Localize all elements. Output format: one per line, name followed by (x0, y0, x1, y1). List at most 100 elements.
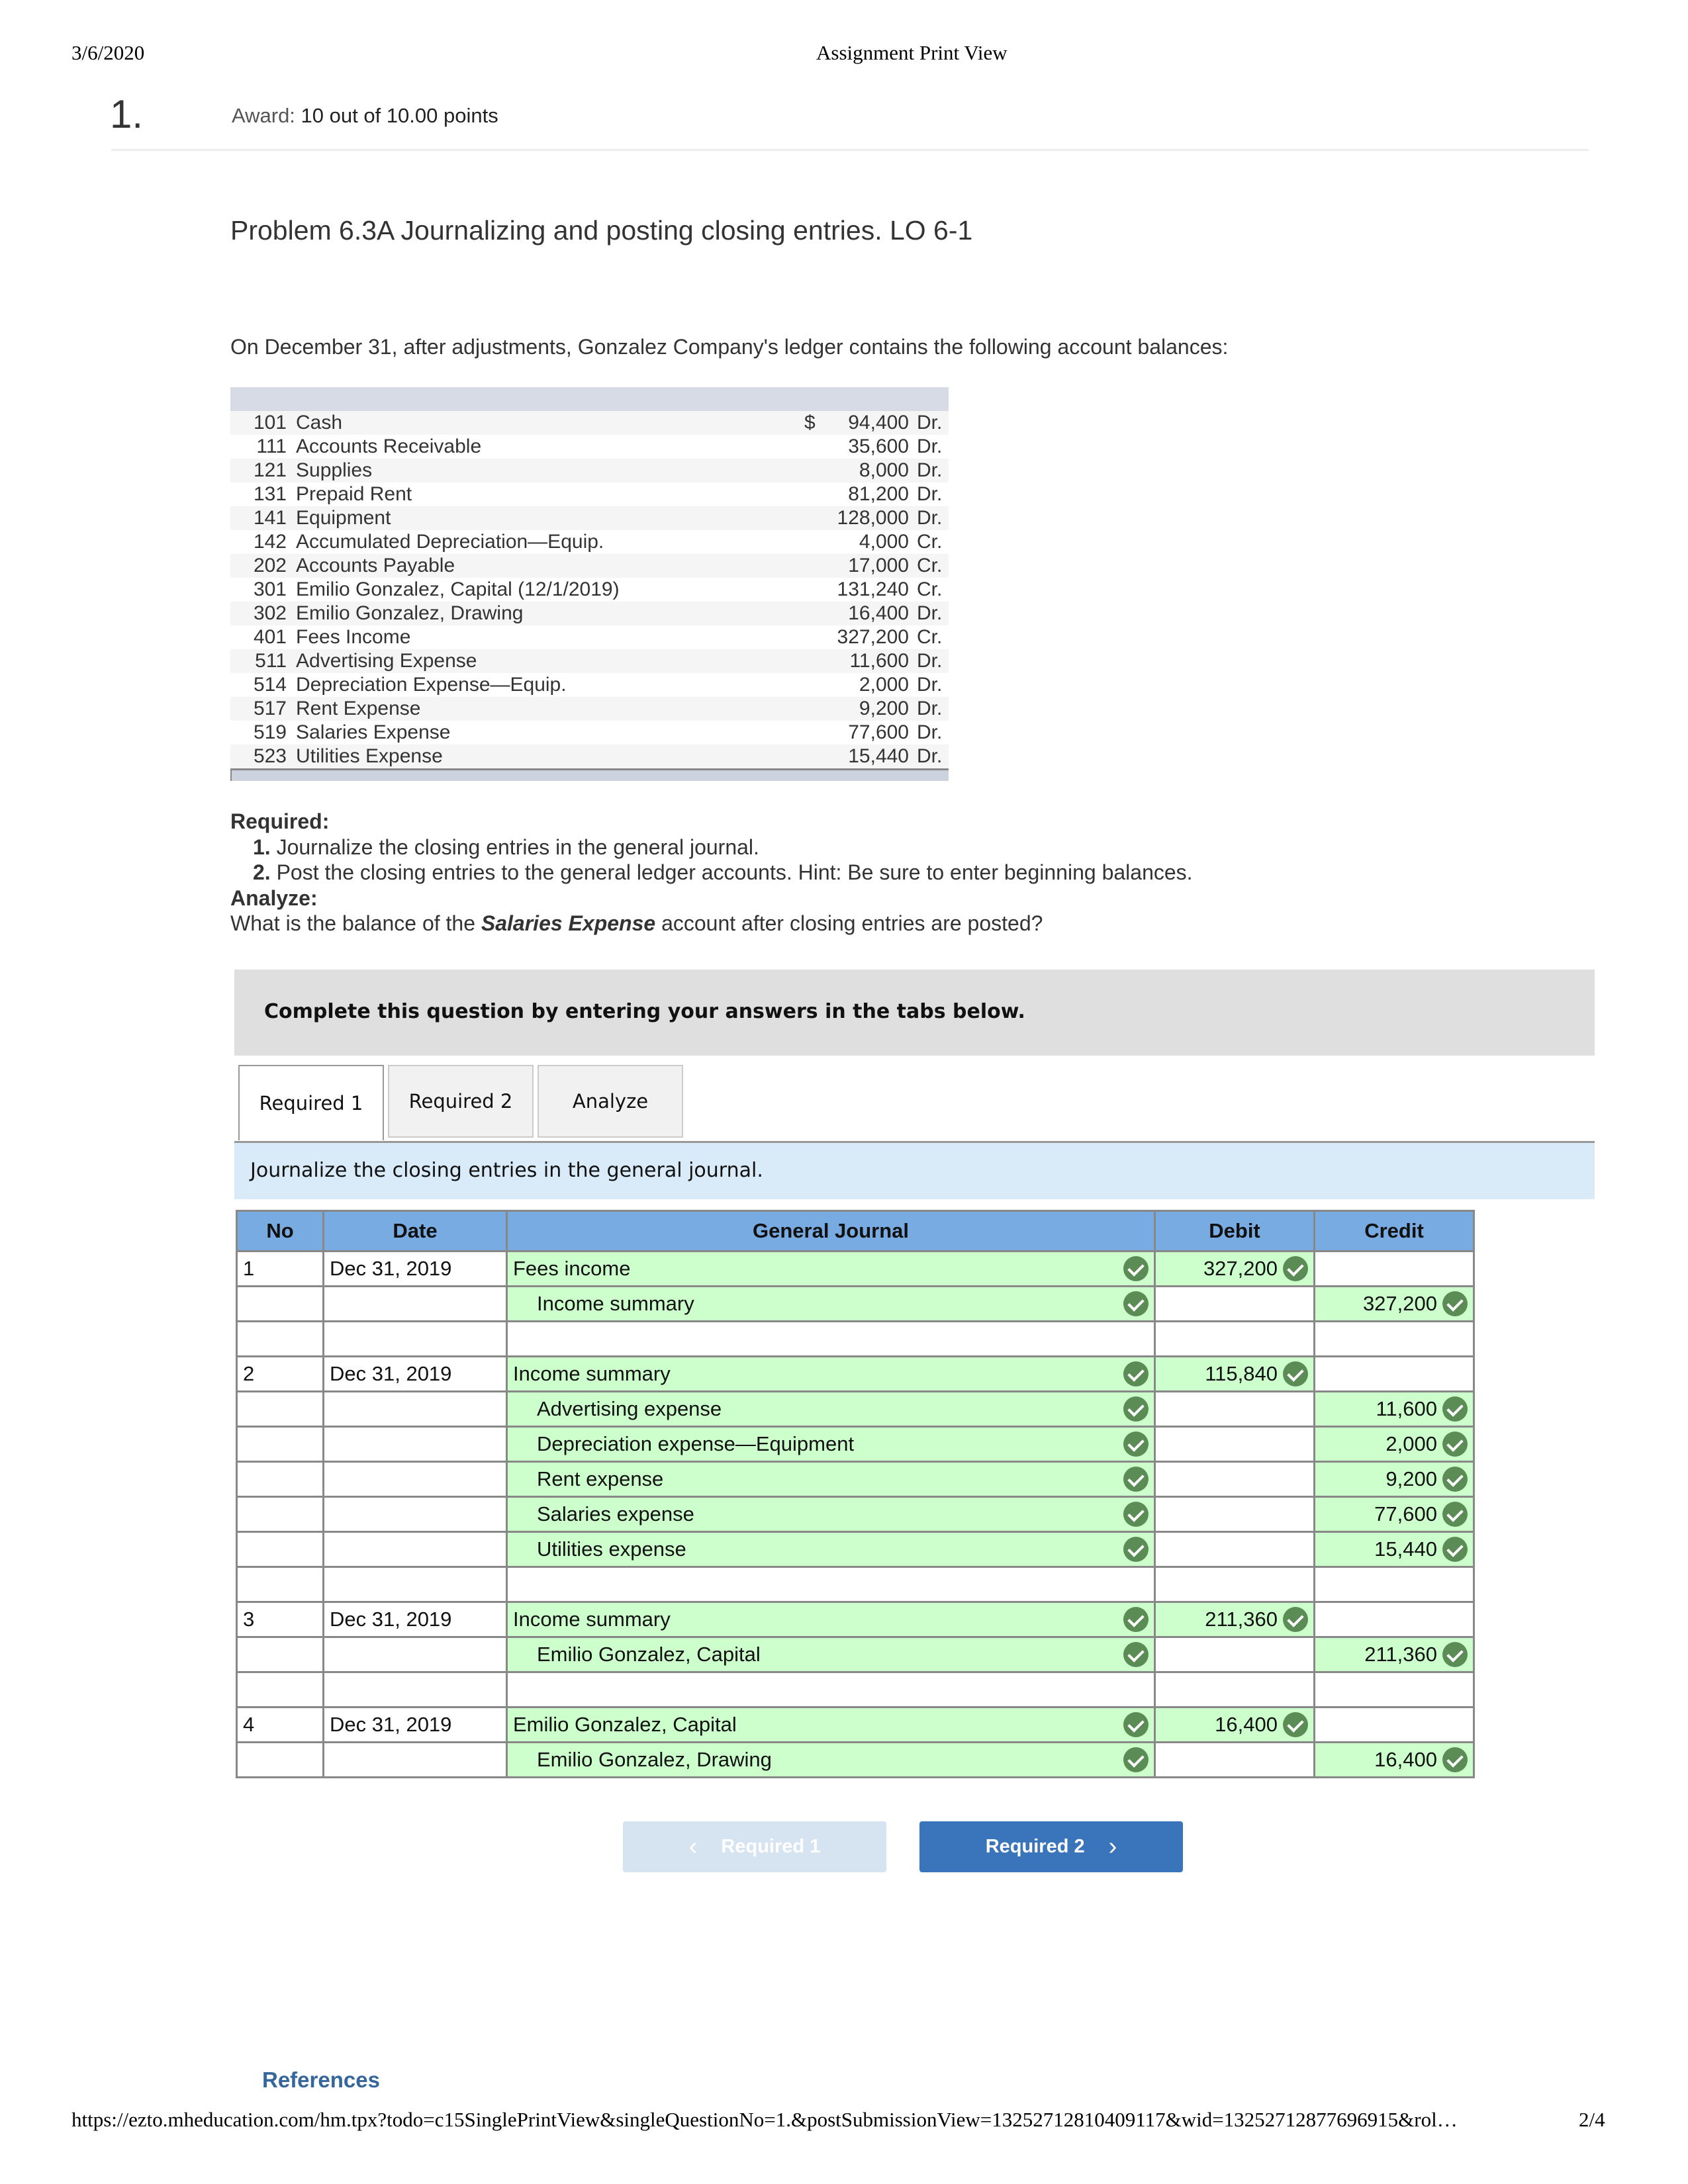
entry-date[interactable]: Dec 31, 2019 (322, 1250, 508, 1287)
account-side: Dr. (917, 459, 943, 481)
tab-instruction: Journalize the closing entries in the ge… (234, 1143, 1595, 1199)
account-select[interactable]: Fees income (506, 1250, 1156, 1287)
entry-date[interactable]: Dec 31, 2019 (322, 1355, 508, 1392)
entry-date[interactable] (322, 1390, 508, 1428)
entry-date[interactable] (322, 1636, 508, 1673)
entry-date[interactable] (322, 1320, 508, 1357)
account-row: 142 Accumulated Depreciation—Equip. 4,000 C… (230, 530, 949, 554)
account-select[interactable]: Advertising expense (506, 1390, 1156, 1428)
entry-date[interactable] (322, 1741, 508, 1778)
account-select[interactable]: Emilio Gonzalez, Drawing (506, 1741, 1156, 1778)
credit-input[interactable]: 77,600 (1313, 1496, 1475, 1533)
required-heading: Required: (230, 809, 330, 833)
problem-title: Problem 6.3A Journalizing and posting cl… (230, 215, 973, 246)
account-row: 511 Advertising Expense 11,600 Dr. (230, 649, 949, 673)
account-title: Emilio Gonzalez, Drawing (537, 1748, 772, 1771)
credit-input[interactable]: 16,400 (1313, 1741, 1475, 1778)
credit-input[interactable] (1313, 1250, 1475, 1287)
account-row: 514 Depreciation Expense—Equip. 2,000 Dr. (230, 673, 949, 697)
credit-input[interactable]: 15,440 (1313, 1531, 1475, 1568)
credit-input[interactable] (1313, 1706, 1475, 1743)
account-select[interactable]: Emilio Gonzalez, Capital (506, 1706, 1156, 1743)
debit-input[interactable] (1154, 1566, 1315, 1603)
credit-input[interactable]: 11,600 (1313, 1390, 1475, 1428)
debit-input[interactable] (1154, 1636, 1315, 1673)
tab-required-1[interactable]: Required 1 (238, 1065, 384, 1140)
previous-tab-button[interactable]: ‹ Required 1 (623, 1821, 886, 1872)
entry-date[interactable] (322, 1461, 508, 1498)
account-number: 101 (253, 412, 287, 433)
account-name: Prepaid Rent (296, 483, 412, 505)
entry-date[interactable] (322, 1285, 508, 1322)
entry-date[interactable]: Dec 31, 2019 (322, 1706, 508, 1743)
account-select[interactable] (506, 1320, 1156, 1357)
account-select[interactable]: Salaries expense (506, 1496, 1156, 1533)
account-select[interactable]: Income summary (506, 1285, 1156, 1322)
print-title: Assignment Print View (816, 41, 1008, 64)
entry-date[interactable]: Dec 31, 2019 (322, 1601, 508, 1638)
entry-date[interactable] (322, 1426, 508, 1463)
credit-input[interactable] (1313, 1566, 1475, 1603)
debit-input[interactable] (1154, 1426, 1315, 1463)
account-name: Emilio Gonzalez, Drawing (296, 602, 524, 624)
credit-input[interactable] (1313, 1320, 1475, 1357)
account-select[interactable]: Rent expense (506, 1461, 1156, 1498)
account-select[interactable]: Emilio Gonzalez, Capital (506, 1636, 1156, 1673)
tab-instruction-text: Journalize the closing entries in the ge… (250, 1159, 763, 1182)
credit-input[interactable]: 2,000 (1313, 1426, 1475, 1463)
entry-date[interactable] (322, 1531, 508, 1568)
credit-input[interactable] (1313, 1601, 1475, 1638)
account-amount: 327,200 (837, 626, 909, 648)
credit-amount: 327,200 (1362, 1292, 1437, 1315)
account-select[interactable] (506, 1566, 1156, 1603)
account-select[interactable]: Income summary (506, 1355, 1156, 1392)
next-tab-button[interactable]: Required 2 › (919, 1821, 1183, 1872)
debit-input[interactable] (1154, 1285, 1315, 1322)
credit-input[interactable]: 327,200 (1313, 1285, 1475, 1322)
account-side: Dr. (917, 674, 943, 696)
next-tab-label: Required 2 (985, 1836, 1085, 1857)
account-title: Advertising expense (537, 1397, 722, 1420)
tab-analyze[interactable]: Analyze (538, 1065, 683, 1138)
account-row: 111 Accounts Receivable 35,600 Dr. (230, 435, 949, 459)
entry-date[interactable] (322, 1671, 508, 1708)
debit-input[interactable] (1154, 1320, 1315, 1357)
references-link[interactable]: References (262, 2068, 380, 2093)
account-select[interactable]: Depreciation expense—Equipment (506, 1426, 1156, 1463)
account-title: Depreciation expense—Equipment (537, 1432, 855, 1455)
debit-amount: 327,200 (1203, 1257, 1278, 1280)
debit-input[interactable]: 115,840 (1154, 1355, 1315, 1392)
entry-date[interactable] (322, 1566, 508, 1603)
instruction-banner: Complete this question by entering your … (234, 970, 1595, 1056)
header-debit: Debit (1154, 1210, 1315, 1252)
debit-input[interactable] (1154, 1741, 1315, 1778)
debit-input[interactable] (1154, 1496, 1315, 1533)
correct-check-icon (1123, 1607, 1149, 1632)
account-row: 121 Supplies 8,000 Dr. (230, 459, 949, 482)
journal-row: 1 Dec 31, 2019 Fees income 327,200 (236, 1250, 1475, 1287)
credit-input[interactable] (1313, 1355, 1475, 1392)
account-side: Dr. (917, 602, 943, 624)
entry-date[interactable] (322, 1496, 508, 1533)
credit-input[interactable] (1313, 1671, 1475, 1708)
correct-check-icon (1442, 1747, 1468, 1772)
tab-required-2[interactable]: Required 2 (388, 1065, 534, 1138)
account-number: 141 (253, 507, 287, 529)
debit-input[interactable]: 16,400 (1154, 1706, 1315, 1743)
journal-row: Utilities expense 15,440 (236, 1531, 1475, 1568)
debit-input[interactable] (1154, 1671, 1315, 1708)
debit-input[interactable]: 327,200 (1154, 1250, 1315, 1287)
credit-input[interactable]: 211,360 (1313, 1636, 1475, 1673)
print-date: 3/6/2020 (71, 41, 145, 64)
debit-input[interactable] (1154, 1461, 1315, 1498)
entry-number: 3 (236, 1601, 324, 1638)
debit-input[interactable]: 211,360 (1154, 1601, 1315, 1638)
debit-input[interactable] (1154, 1390, 1315, 1428)
correct-check-icon (1442, 1642, 1468, 1667)
account-select[interactable]: Income summary (506, 1601, 1156, 1638)
credit-input[interactable]: 9,200 (1313, 1461, 1475, 1498)
debit-input[interactable] (1154, 1531, 1315, 1568)
account-select[interactable]: Utilities expense (506, 1531, 1156, 1568)
account-select[interactable] (506, 1671, 1156, 1708)
account-row: 523 Utilities Expense 15,440 Dr. (230, 745, 949, 768)
